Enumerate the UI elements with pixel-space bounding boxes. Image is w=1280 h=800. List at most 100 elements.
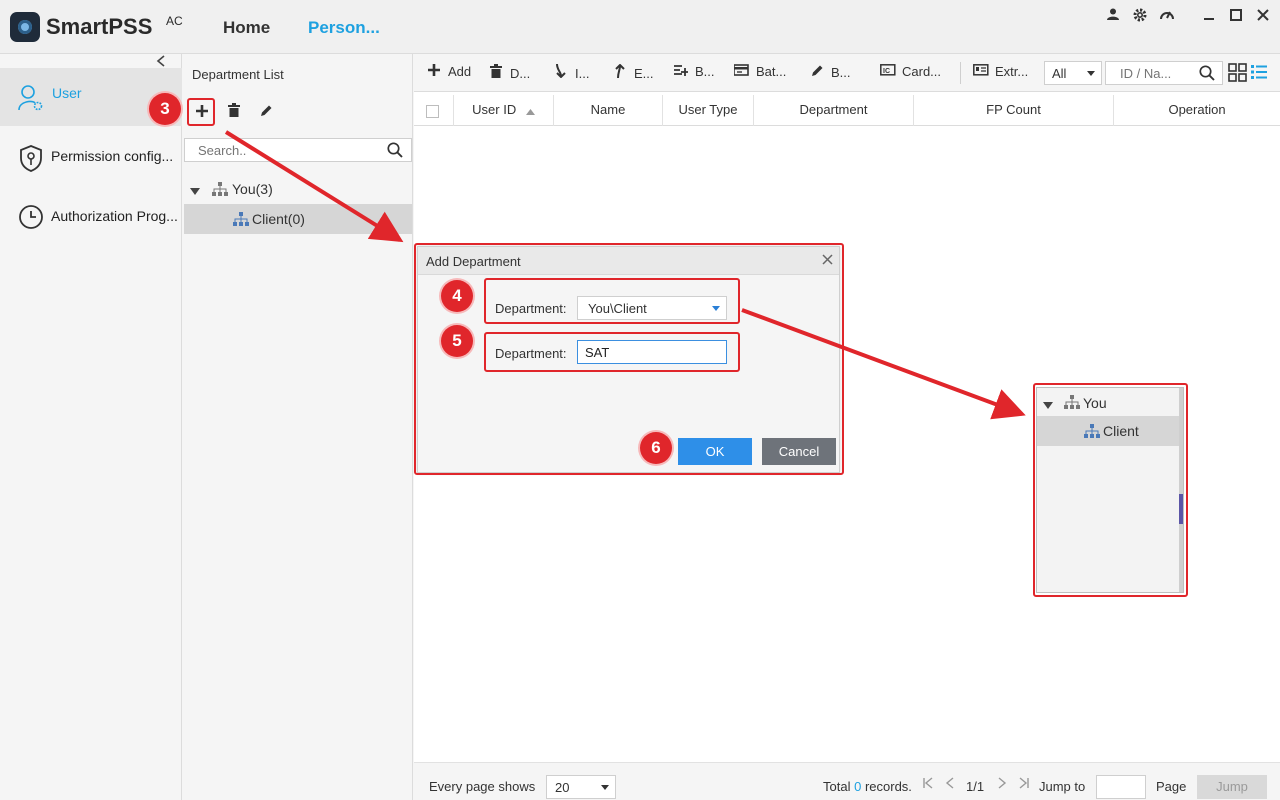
export-icon: [612, 63, 628, 81]
total-prefix: Total: [823, 779, 851, 794]
app-name-superscript: AC: [166, 14, 183, 28]
export-button[interactable]: E...: [612, 63, 654, 81]
search-icon[interactable]: [1199, 65, 1215, 84]
user-search-field[interactable]: [1105, 61, 1223, 85]
toolbar-label: E...: [634, 66, 654, 81]
highlight-add-button: [187, 98, 215, 126]
department-search-input[interactable]: [185, 139, 375, 161]
department-list-title: Department List: [192, 67, 284, 82]
pagination-footer: Every page shows 20 Total 0 records. 1/1: [414, 762, 1280, 800]
jump-to-label: Jump to: [1039, 779, 1086, 794]
batch-edit-button[interactable]: B...: [809, 64, 851, 80]
tree-node-client[interactable]: Client(0): [184, 204, 412, 234]
user-table-header: User ID Name User Type Department FP Cou…: [414, 95, 1280, 126]
user-account-icon[interactable]: [1104, 7, 1122, 25]
left-navigation: User Permission config... Authorization …: [0, 54, 182, 800]
tree-node-you[interactable]: You(3): [184, 174, 412, 204]
toolbar-label: Extr...: [995, 64, 1029, 79]
nav-home-tab[interactable]: Home: [223, 18, 270, 38]
extract-icon: [973, 64, 989, 79]
app-name: SmartPSS: [46, 14, 153, 39]
sidebar-item-authorization-progress[interactable]: Authorization Prog...: [0, 188, 182, 246]
total-count: 0: [854, 779, 862, 794]
column-header-label: Name: [590, 102, 626, 117]
column-header-label: FP Count: [986, 102, 1041, 117]
delete-user-button[interactable]: D...: [488, 64, 530, 81]
column-header-user-type[interactable]: User Type: [663, 95, 754, 126]
toolbar-divider: [960, 62, 961, 84]
jump-button[interactable]: Jump: [1197, 775, 1267, 799]
toolbar-label: Bat...: [756, 64, 787, 79]
department-panel: Department List You(3): [183, 54, 413, 800]
column-header-label: Operation: [1168, 102, 1226, 117]
last-page-icon[interactable]: [1018, 777, 1030, 792]
plus-icon: [426, 64, 442, 79]
jump-page-input[interactable]: [1096, 775, 1146, 799]
batch-add-button[interactable]: B...: [673, 64, 715, 79]
pen-icon: [809, 64, 825, 80]
sidebar-item-permission-config[interactable]: Permission config...: [0, 128, 182, 186]
select-all-checkbox[interactable]: [426, 105, 439, 118]
column-header-fp-count[interactable]: FP Count: [914, 95, 1114, 126]
nav-person-tab[interactable]: Person...: [308, 18, 380, 38]
column-header-name[interactable]: Name: [554, 95, 663, 126]
highlight-department-name: [484, 332, 740, 372]
toolbar-label: B...: [831, 65, 851, 80]
batch-add-icon: [673, 64, 689, 79]
page-label: Page: [1156, 779, 1187, 794]
delete-department-button[interactable]: [222, 101, 246, 125]
list-view-icon[interactable]: [1251, 64, 1267, 83]
minimize-icon[interactable]: [1200, 7, 1218, 25]
close-window-icon[interactable]: [1254, 7, 1272, 25]
app-logo-icon: [10, 12, 40, 42]
chevron-down-icon: [601, 785, 609, 790]
batch-issue-card-button[interactable]: Bat...: [733, 64, 787, 79]
user-search-input[interactable]: [1106, 62, 1192, 84]
column-header-user-id[interactable]: User ID: [454, 95, 554, 126]
column-header-label: User ID: [472, 102, 517, 117]
department-search-field[interactable]: [184, 138, 412, 162]
previous-page-icon[interactable]: [945, 777, 955, 792]
card-reader-button[interactable]: IC Card...: [880, 64, 941, 79]
next-page-icon[interactable]: [997, 777, 1007, 792]
page-size-select[interactable]: 20: [546, 775, 616, 799]
import-icon: [553, 63, 569, 81]
column-header-operation[interactable]: Operation: [1114, 95, 1280, 126]
column-header-label: Department: [799, 102, 868, 117]
step-badge-6: 6: [640, 432, 672, 464]
grid-view-icon[interactable]: [1228, 63, 1248, 86]
sort-ascending-icon[interactable]: [525, 96, 535, 126]
smartpss-window: SmartPSS AC Home Person... User Permissi…: [0, 0, 1280, 800]
toolbar-label: Add: [448, 64, 472, 79]
filter-selected-value: All: [1052, 66, 1067, 81]
add-user-button[interactable]: Add: [426, 64, 471, 79]
card-reader-icon: IC: [880, 64, 896, 79]
sidebar-item-label: Permission config...: [51, 148, 174, 164]
performance-gauge-icon[interactable]: [1158, 7, 1176, 25]
column-header-department[interactable]: Department: [754, 95, 914, 126]
org-chart-icon: [212, 182, 228, 199]
extract-button[interactable]: Extr...: [973, 64, 1028, 79]
toolbar-label: D...: [510, 66, 531, 81]
step-badge-3: 3: [149, 93, 181, 125]
highlight-tree-preview: [1033, 383, 1188, 597]
search-icon[interactable]: [387, 142, 403, 161]
first-page-icon[interactable]: [922, 777, 934, 792]
column-header-label: User Type: [678, 102, 738, 117]
clock-icon: [18, 204, 44, 230]
user-filter-select[interactable]: All: [1044, 61, 1102, 85]
maximize-icon[interactable]: [1227, 7, 1245, 25]
step-badge-5: 5: [441, 325, 473, 357]
settings-gear-icon[interactable]: [1131, 7, 1149, 25]
select-all-column: [414, 95, 454, 126]
highlight-parent-department: [484, 278, 740, 324]
sidebar-item-label: Authorization Prog...: [51, 208, 178, 224]
edit-department-button[interactable]: [254, 101, 278, 125]
title-bar: SmartPSS AC Home Person...: [0, 0, 1280, 54]
total-records-text: Total 0 records.: [823, 779, 912, 794]
import-button[interactable]: I...: [553, 63, 589, 81]
toolbar-label: Card...: [902, 64, 942, 79]
expand-triangle-icon[interactable]: [190, 184, 200, 199]
tree-node-label: You(3): [232, 181, 273, 197]
trash-icon: [488, 64, 504, 81]
